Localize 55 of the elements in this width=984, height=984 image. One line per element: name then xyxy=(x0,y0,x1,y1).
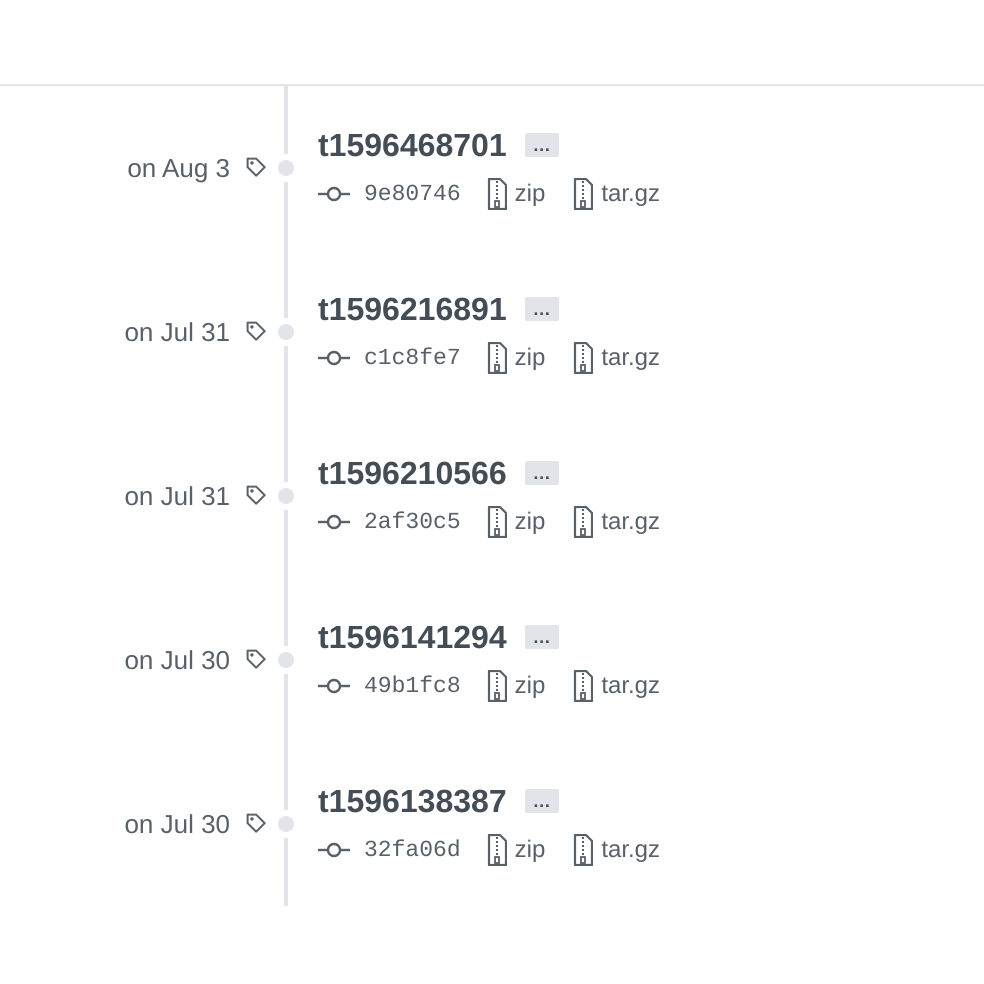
download-link[interactable]: tar.gz xyxy=(601,672,660,700)
tag-name-link[interactable]: t1596141294 xyxy=(318,618,507,656)
timeline-dot xyxy=(278,160,294,176)
download-link[interactable]: zip xyxy=(514,508,546,536)
zip-file-icon xyxy=(486,506,507,538)
commit-icon xyxy=(318,678,350,694)
download-link[interactable]: zip xyxy=(514,672,546,700)
more-button[interactable]: … xyxy=(524,297,559,321)
zip-file-icon xyxy=(486,178,507,210)
release-date: on Jul 30 xyxy=(124,808,230,840)
timeline-dot xyxy=(278,652,294,668)
tag-name-link[interactable]: t1596468701 xyxy=(318,126,507,164)
commit-icon xyxy=(318,350,350,366)
download-link[interactable]: tar.gz xyxy=(601,836,660,864)
more-button[interactable]: … xyxy=(524,133,559,157)
zip-file-icon xyxy=(573,178,594,210)
zip-file-icon xyxy=(486,834,507,866)
tag-name-link[interactable]: t1596216891 xyxy=(318,290,507,328)
commit-hash-link[interactable]: 32fa06d xyxy=(364,836,461,862)
commit-icon xyxy=(318,186,350,202)
download-link[interactable]: zip xyxy=(514,836,546,864)
more-button[interactable]: … xyxy=(524,789,559,813)
zip-file-icon xyxy=(573,342,594,374)
tag-name-link[interactable]: t1596138387 xyxy=(318,782,507,820)
release-date: on Jul 30 xyxy=(124,644,230,676)
tag-icon xyxy=(244,483,268,507)
timeline-dot xyxy=(278,816,294,832)
tag-icon xyxy=(244,647,268,671)
download-link[interactable]: tar.gz xyxy=(601,508,660,536)
release-date: on Jul 31 xyxy=(124,316,230,348)
zip-file-icon xyxy=(573,670,594,702)
release-date: on Aug 3 xyxy=(127,152,230,184)
zip-file-icon xyxy=(573,834,594,866)
timeline-dot xyxy=(278,488,294,504)
download-link[interactable]: tar.gz xyxy=(601,180,660,208)
zip-file-icon xyxy=(573,506,594,538)
commit-hash-link[interactable]: 9e80746 xyxy=(364,180,461,206)
download-link[interactable]: zip xyxy=(514,180,546,208)
tag-icon xyxy=(244,155,268,179)
commit-icon xyxy=(318,842,350,858)
more-button[interactable]: … xyxy=(524,625,559,649)
commit-hash-link[interactable]: 2af30c5 xyxy=(364,508,461,534)
more-button[interactable]: … xyxy=(524,461,559,485)
commit-icon xyxy=(318,514,350,530)
zip-file-icon xyxy=(486,670,507,702)
commit-hash-link[interactable]: c1c8fe7 xyxy=(364,344,461,370)
release-date: on Jul 31 xyxy=(124,480,230,512)
tag-icon xyxy=(244,319,268,343)
download-link[interactable]: tar.gz xyxy=(601,344,660,372)
tag-icon xyxy=(244,811,268,835)
tag-name-link[interactable]: t1596210566 xyxy=(318,454,507,492)
download-link[interactable]: zip xyxy=(514,344,546,372)
timeline-dot xyxy=(278,324,294,340)
zip-file-icon xyxy=(486,342,507,374)
commit-hash-link[interactable]: 49b1fc8 xyxy=(364,672,461,698)
